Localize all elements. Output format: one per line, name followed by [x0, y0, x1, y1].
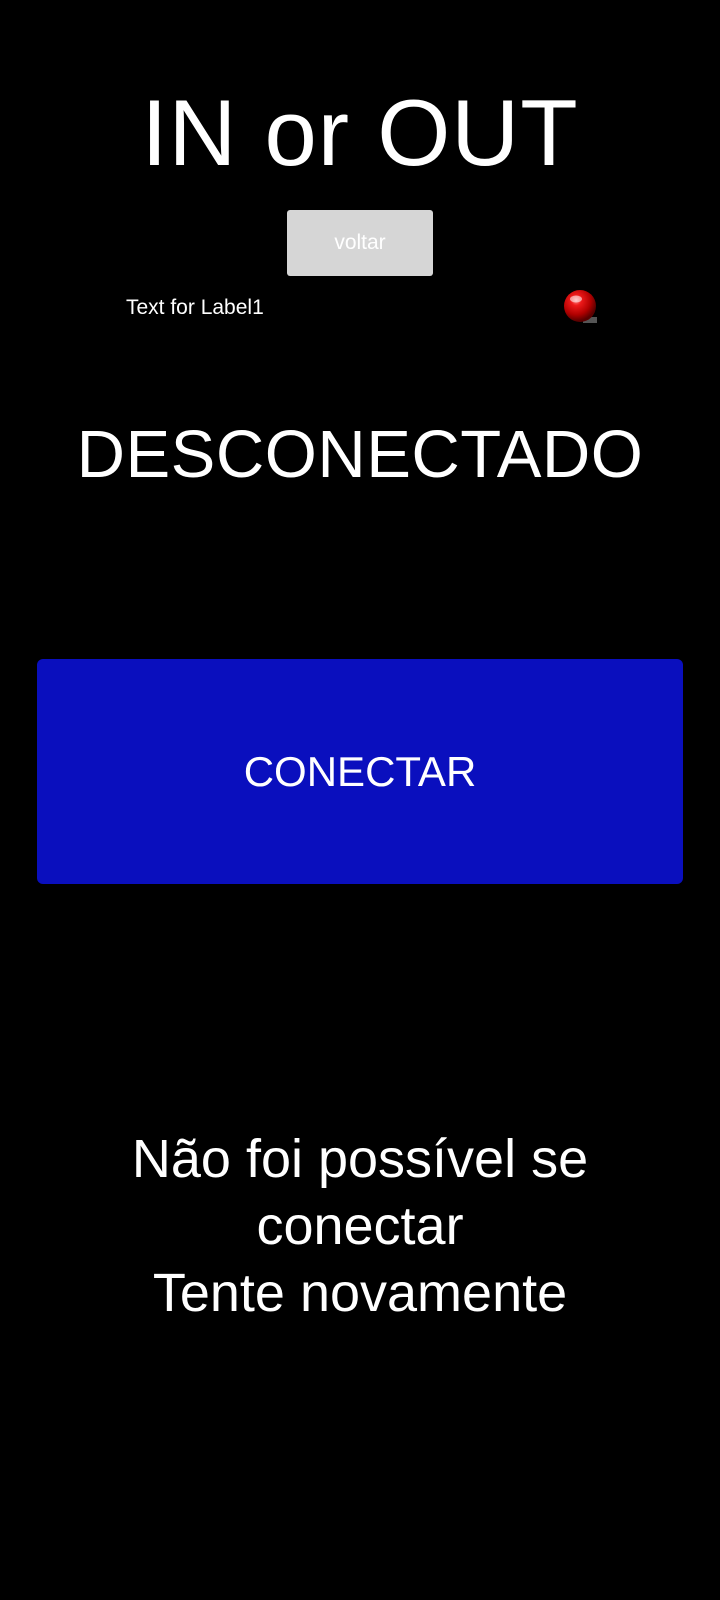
error-message: Não foi possível se conectar Tente novam… [0, 1126, 720, 1327]
label1-text: Text for Label1 [126, 296, 264, 319]
app-title: IN or OUT [141, 80, 579, 185]
error-message-line: conectar [256, 1196, 464, 1256]
error-message-line: Não foi possível se [131, 1129, 589, 1189]
connection-status: DESCONECTADO [76, 417, 644, 492]
error-message-line: Tente novamente [152, 1263, 568, 1323]
back-button[interactable]: voltar [287, 210, 433, 276]
red-led-icon [564, 290, 597, 323]
connect-button[interactable]: CONECTAR [37, 659, 683, 884]
